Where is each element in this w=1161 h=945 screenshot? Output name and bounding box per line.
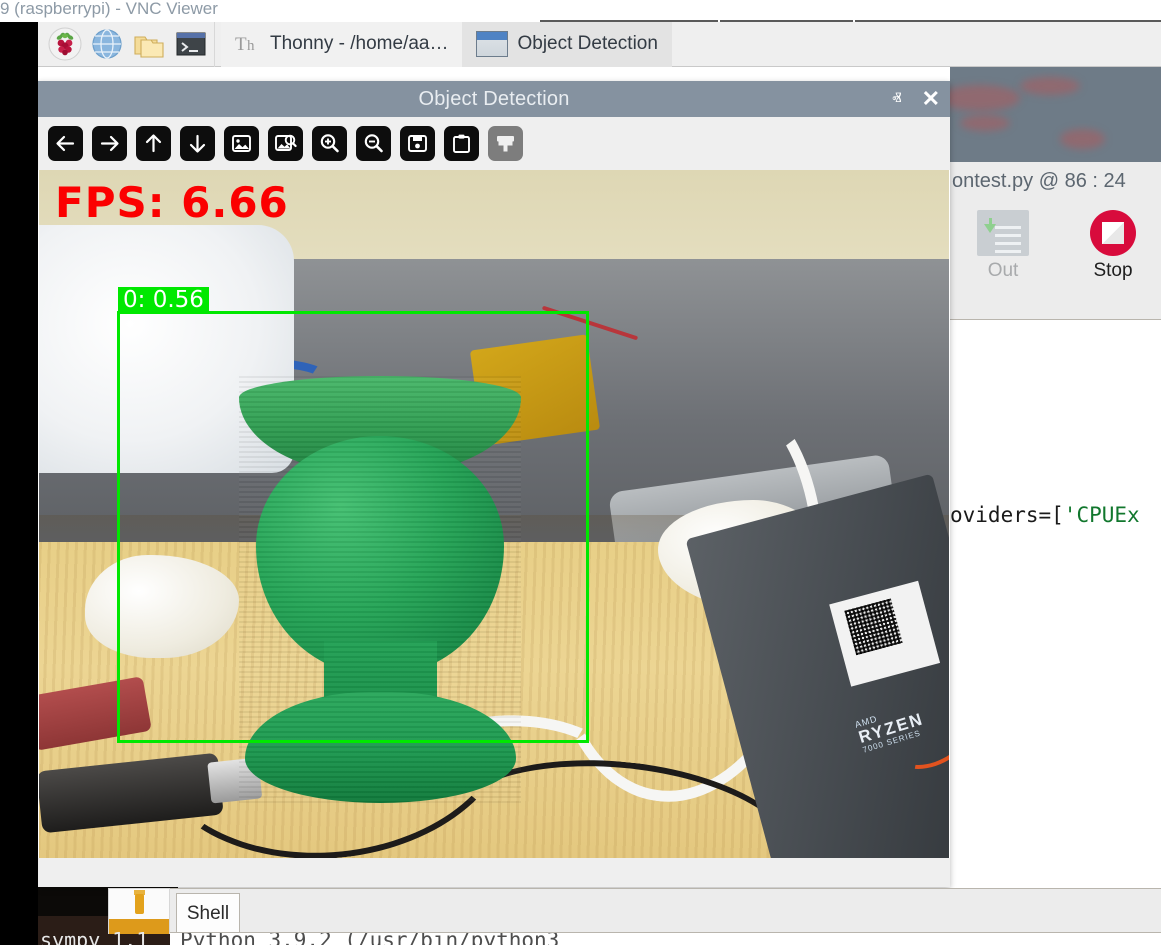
package-label: sympy 1.1 [40, 928, 170, 945]
thonny-editor-tab[interactable]: ontest.py @ 86 : 24 [952, 166, 1161, 196]
window-statusbar [38, 858, 950, 887]
arrow-left-icon[interactable] [48, 126, 83, 161]
screen: 9 (raspberrypi) - VNC Viewer ontest.py @… [0, 0, 1161, 945]
code-fragment-prefix: oviders=[ [950, 503, 1064, 527]
window-title: Object Detection [418, 88, 569, 111]
file-manager-icon[interactable] [132, 27, 166, 61]
camera-preview[interactable]: AMD RYZEN 7000 SERIES FPS: 6.66 0: 0.56 [38, 170, 950, 858]
image-viewer-toolbar [38, 117, 950, 170]
detection-bounding-box: 0: 0.56 [117, 311, 589, 743]
code-fragment-string: 'CPUEx [1064, 503, 1140, 527]
close-icon[interactable]: ✕ [922, 88, 940, 110]
paintbrush-icon[interactable] [488, 126, 523, 161]
taskbar: T h Thonny - /home/aa… Object Detection [38, 22, 1161, 67]
shell-tab[interactable]: Shell [176, 893, 240, 933]
camera-frame: AMD RYZEN 7000 SERIES FPS: 6.66 0: 0.56 [39, 170, 949, 858]
scene-ryzen-sticker: AMD RYZEN 7000 SERIES [853, 686, 949, 794]
raspberry-menu-icon[interactable] [48, 27, 82, 61]
step-out-button[interactable]: Out [962, 210, 1044, 282]
terminal-icon[interactable] [174, 27, 208, 61]
zoom-out-icon[interactable] [356, 126, 391, 161]
taskbar-thonny-label: Thonny - /home/aa… [270, 33, 448, 55]
taskbar-launchers [38, 27, 208, 61]
window-controls: ⱟ ⱏ ✕ [872, 81, 940, 117]
taskbar-item-object-detection[interactable]: Object Detection [462, 22, 671, 67]
arrow-up-icon[interactable] [136, 126, 171, 161]
image-search-icon[interactable] [268, 126, 303, 161]
floppy-save-icon[interactable] [400, 126, 435, 161]
vnc-letterbox-left [0, 22, 38, 945]
taskbar-item-thonny[interactable]: T h Thonny - /home/aa… [221, 22, 462, 67]
thonny-icon: T h [235, 32, 261, 56]
stop-label: Stop [1072, 260, 1154, 282]
taskbar-divider [214, 22, 215, 67]
editor-code-line[interactable]: oviders=['CPUEx [950, 503, 1161, 527]
window-icon [476, 31, 508, 57]
stop-button[interactable]: Stop [1072, 210, 1154, 282]
image-icon[interactable] [224, 126, 259, 161]
arrow-down-icon[interactable] [180, 126, 215, 161]
arrow-right-icon[interactable] [92, 126, 127, 161]
maximize-icon[interactable]: ⱏ [892, 90, 901, 109]
svg-text:h: h [247, 38, 255, 54]
object-detection-window: Object Detection ⱟ ⱏ ✕ [38, 81, 950, 887]
shell-output-area[interactable]: Python 3.9.2 (/usr/bin/python3 [170, 932, 1161, 945]
vnc-window-title: 9 (raspberrypi) - VNC Viewer [0, 0, 560, 22]
zoom-in-icon[interactable] [312, 126, 347, 161]
step-out-icon [977, 210, 1029, 256]
desktop-wallpaper-region [950, 67, 1161, 162]
window-titlebar[interactable]: Object Detection ⱟ ⱏ ✕ [38, 81, 950, 117]
shell-output-text: Python 3.9.2 (/usr/bin/python3 [180, 932, 559, 945]
svg-text:T: T [235, 34, 247, 55]
fps-overlay: FPS: 6.66 [55, 178, 289, 227]
taskbar-object-detection-label: Object Detection [517, 33, 657, 55]
web-browser-icon[interactable] [90, 27, 124, 61]
stop-icon [1090, 210, 1136, 256]
clipboard-icon[interactable] [444, 126, 479, 161]
step-out-label: Out [962, 260, 1044, 282]
scene-qr-sticker [829, 581, 940, 687]
detection-label: 0: 0.56 [118, 287, 209, 314]
